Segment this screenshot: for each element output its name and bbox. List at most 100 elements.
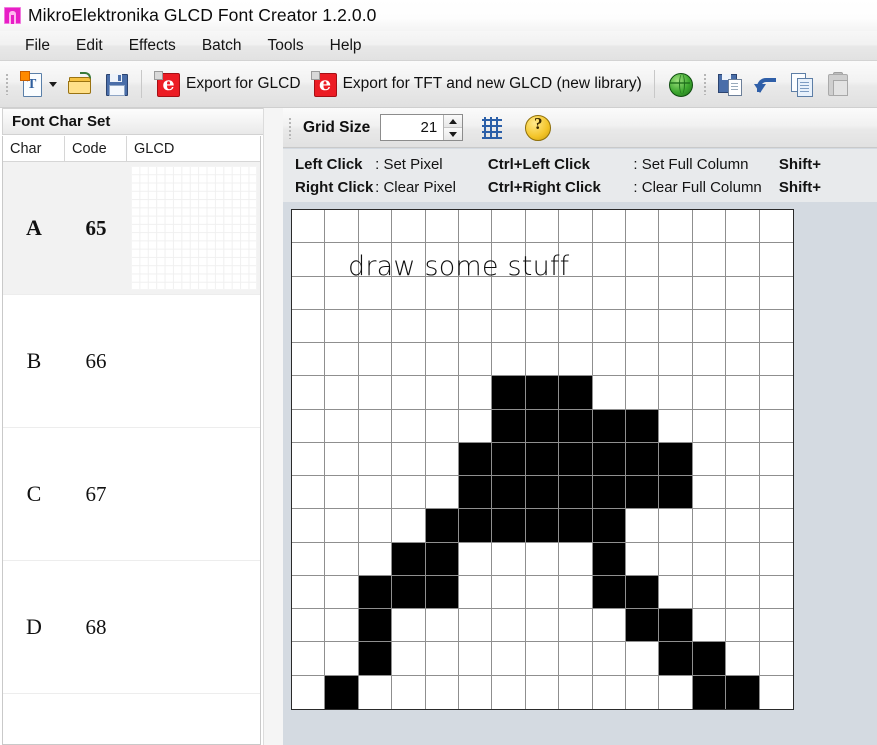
pixel-cell[interactable] bbox=[459, 542, 493, 576]
pixel-cell[interactable] bbox=[292, 243, 326, 277]
toolbar-grip[interactable] bbox=[5, 73, 9, 95]
pixel-cell[interactable] bbox=[592, 609, 626, 643]
pixel-cell[interactable] bbox=[426, 675, 459, 709]
pixel-cell[interactable] bbox=[492, 309, 526, 344]
pixel-cell[interactable] bbox=[659, 509, 693, 543]
pixel-cell[interactable] bbox=[559, 210, 593, 244]
pixel-cell[interactable] bbox=[759, 443, 793, 477]
pixel-cell[interactable] bbox=[659, 276, 693, 310]
pixel-cell[interactable] bbox=[492, 675, 526, 709]
pixel-cell[interactable] bbox=[525, 542, 560, 576]
pixel-cell[interactable] bbox=[358, 542, 393, 576]
copy-button[interactable] bbox=[784, 66, 820, 102]
grid-size-increment[interactable] bbox=[444, 115, 463, 128]
pixel-cell[interactable] bbox=[626, 343, 660, 377]
pixel-cell[interactable] bbox=[559, 442, 593, 477]
pixel-cell[interactable] bbox=[759, 509, 793, 543]
pixel-cell[interactable] bbox=[759, 543, 793, 576]
pixel-cell[interactable] bbox=[325, 542, 359, 576]
pixel-cell[interactable] bbox=[759, 243, 793, 277]
pixel-cell[interactable] bbox=[525, 509, 560, 543]
pixel-cell[interactable] bbox=[358, 476, 393, 510]
pixel-cell[interactable] bbox=[726, 210, 760, 244]
pixel-cell[interactable] bbox=[559, 575, 593, 610]
pixel-cell[interactable] bbox=[592, 642, 626, 676]
pixel-cell[interactable] bbox=[526, 675, 560, 709]
pixel-cell[interactable] bbox=[358, 442, 393, 477]
pixel-cell[interactable] bbox=[292, 476, 326, 510]
pixel-cell[interactable] bbox=[592, 376, 626, 410]
pixel-cell[interactable] bbox=[392, 309, 426, 344]
pixel-cell[interactable] bbox=[325, 575, 359, 610]
pixel-cell[interactable] bbox=[726, 575, 760, 610]
char-set-scrollbar[interactable] bbox=[263, 108, 284, 745]
pixel-cell[interactable] bbox=[325, 675, 359, 709]
pixel-cell[interactable] bbox=[492, 343, 526, 377]
menu-item-help[interactable]: Help bbox=[317, 34, 375, 58]
pixel-cell[interactable] bbox=[559, 243, 593, 277]
pixel-cell[interactable] bbox=[325, 409, 359, 443]
undo-button[interactable] bbox=[748, 66, 784, 102]
pixel-cell[interactable] bbox=[726, 675, 760, 709]
pixel-cell[interactable] bbox=[592, 509, 626, 543]
pixel-cell[interactable] bbox=[593, 675, 626, 709]
pixel-cell[interactable] bbox=[492, 609, 526, 643]
pixel-cell[interactable] bbox=[358, 376, 393, 410]
pixel-cell[interactable] bbox=[726, 642, 760, 676]
pixel-cell[interactable] bbox=[292, 409, 326, 443]
pixel-cell[interactable] bbox=[425, 376, 459, 410]
pixel-cell[interactable] bbox=[492, 642, 526, 676]
pixel-cell[interactable] bbox=[659, 309, 693, 344]
pixel-cell[interactable] bbox=[759, 376, 793, 410]
pixel-cell[interactable] bbox=[626, 442, 660, 477]
pixel-cell[interactable] bbox=[425, 609, 459, 643]
toggle-grid-button[interactable] bbox=[475, 112, 509, 144]
pixel-cell[interactable] bbox=[525, 609, 560, 643]
pixel-cell[interactable] bbox=[726, 542, 760, 576]
pixel-cell[interactable] bbox=[392, 675, 426, 709]
pixel-cell[interactable] bbox=[692, 343, 727, 377]
pixel-cell[interactable] bbox=[492, 542, 526, 576]
menu-item-file[interactable]: File bbox=[12, 34, 63, 58]
chevron-down-icon[interactable] bbox=[49, 81, 57, 87]
grid-toolbar-grip[interactable] bbox=[288, 116, 292, 139]
menu-item-batch[interactable]: Batch bbox=[189, 34, 255, 58]
save-as-button[interactable] bbox=[712, 66, 748, 102]
pixel-cell[interactable] bbox=[358, 509, 393, 543]
pixel-cell[interactable] bbox=[492, 243, 526, 277]
pixel-cell[interactable] bbox=[392, 409, 426, 443]
pixel-cell[interactable] bbox=[492, 442, 526, 477]
pixel-cell[interactable] bbox=[759, 310, 793, 344]
pixel-cell[interactable] bbox=[726, 609, 760, 643]
pixel-cell[interactable] bbox=[358, 642, 393, 676]
pixel-cell[interactable] bbox=[292, 210, 326, 244]
pixel-cell[interactable] bbox=[559, 409, 593, 443]
table-row[interactable]: D 68 bbox=[3, 561, 260, 694]
pixel-cell[interactable] bbox=[692, 542, 727, 576]
pixel-cell[interactable] bbox=[759, 343, 793, 377]
pixel-cell[interactable] bbox=[692, 609, 727, 643]
pixel-cell[interactable] bbox=[659, 343, 693, 377]
pixel-cell[interactable] bbox=[325, 210, 359, 244]
pixel-cell[interactable] bbox=[525, 642, 560, 676]
pixel-cell[interactable] bbox=[726, 476, 760, 510]
pixel-cell[interactable] bbox=[292, 642, 326, 676]
pixel-cell[interactable] bbox=[726, 376, 760, 410]
pixel-cell[interactable] bbox=[392, 609, 426, 643]
pixel-cell[interactable] bbox=[592, 210, 626, 244]
export-for-glcd-button[interactable]: Export for GLCD bbox=[149, 66, 306, 102]
pixel-cell[interactable] bbox=[492, 575, 526, 610]
grid-size-input[interactable] bbox=[381, 115, 444, 140]
pixel-cell[interactable] bbox=[626, 509, 660, 543]
pixel-cell[interactable] bbox=[659, 542, 693, 576]
pixel-cell[interactable] bbox=[525, 376, 560, 410]
pixel-cell[interactable] bbox=[626, 409, 660, 443]
pixel-cell[interactable] bbox=[459, 509, 493, 543]
pixel-cell[interactable] bbox=[425, 509, 459, 543]
pixel-cell[interactable] bbox=[692, 642, 727, 676]
pixel-cell[interactable] bbox=[392, 376, 426, 410]
pixel-cell[interactable] bbox=[592, 276, 626, 310]
table-row[interactable]: A 65 bbox=[3, 162, 260, 295]
pixel-cell[interactable] bbox=[525, 276, 560, 310]
pixel-cell[interactable] bbox=[325, 609, 359, 643]
